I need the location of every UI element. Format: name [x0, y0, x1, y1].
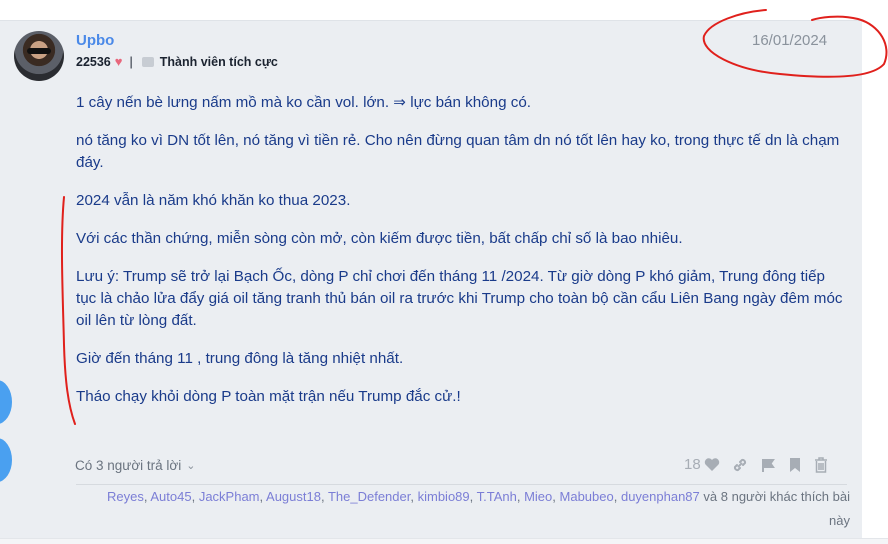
- bookmark-icon[interactable]: [788, 457, 802, 473]
- separator: |: [129, 54, 133, 69]
- liker-link[interactable]: kimbio89: [418, 489, 470, 504]
- link-icon[interactable]: [732, 457, 748, 473]
- replies-label: Có 3 người trả lời: [75, 458, 182, 473]
- liker-link[interactable]: T.TAnh: [477, 489, 517, 504]
- liker-link[interactable]: duyenphan87: [621, 489, 700, 504]
- heart-icon: ♥: [114, 54, 123, 69]
- post-paragraph: nó tăng ko vì DN tốt lên, nó tăng vì tiề…: [76, 132, 840, 171]
- next-post-edge: [0, 538, 888, 544]
- liker-link[interactable]: Mabubeo: [560, 489, 614, 504]
- user-stats: 22536 ♥ | Thành viên tích cực: [76, 54, 278, 69]
- chevron-down-icon: ⌄: [186, 460, 196, 472]
- post-paragraph: 1 cây nến bè lưng nấm mồ mà ko cần vol. …: [76, 94, 532, 111]
- post-paragraph: Lưu ý: Trump sẽ trở lại Bạch Ốc, dòng P …: [76, 268, 843, 329]
- post-paragraph: Tháo chạy khỏi dòng P toàn mặt trận nếu …: [76, 388, 461, 405]
- liker-link[interactable]: JackPham: [199, 489, 260, 504]
- username-link[interactable]: Upbo: [76, 32, 114, 49]
- like-count: 18: [684, 456, 701, 473]
- heart-icon: [704, 458, 719, 471]
- user-points: 22536: [76, 54, 111, 69]
- post-date[interactable]: 16/01/2024: [752, 32, 827, 49]
- likers-list: Reyes, Auto45, JackPham, August18, The_D…: [107, 489, 850, 528]
- liker-link[interactable]: Auto45: [150, 489, 191, 504]
- like-button[interactable]: 18: [684, 456, 720, 473]
- post-paragraph: 2024 vẫn là năm khó khăn ko thua 2023.: [76, 192, 351, 209]
- flag-icon[interactable]: [760, 457, 776, 473]
- post-paragraph: Giờ đến tháng 11 , trung đông là tăng nh…: [76, 350, 404, 367]
- replies-toggle[interactable]: Có 3 người trả lời ⌄: [75, 458, 196, 473]
- trash-icon[interactable]: [814, 456, 828, 473]
- liker-link[interactable]: Reyes: [107, 489, 144, 504]
- user-rank: Thành viên tích cực: [159, 54, 278, 69]
- avatar[interactable]: [14, 31, 64, 81]
- liker-link[interactable]: The_Defender: [328, 489, 410, 504]
- rank-icon: [141, 56, 154, 67]
- post-actions: 18: [684, 456, 828, 473]
- post-body: 1 cây nến bè lưng nấm mồ mà ko cần vol. …: [76, 92, 846, 424]
- liker-link[interactable]: Mieo: [524, 489, 552, 504]
- post-paragraph: Với các thần chứng, miễn sòng còn mở, cò…: [76, 230, 683, 247]
- liker-link[interactable]: August18: [266, 489, 321, 504]
- likers-suffix[interactable]: và 8 người khác thích bài này: [703, 489, 850, 528]
